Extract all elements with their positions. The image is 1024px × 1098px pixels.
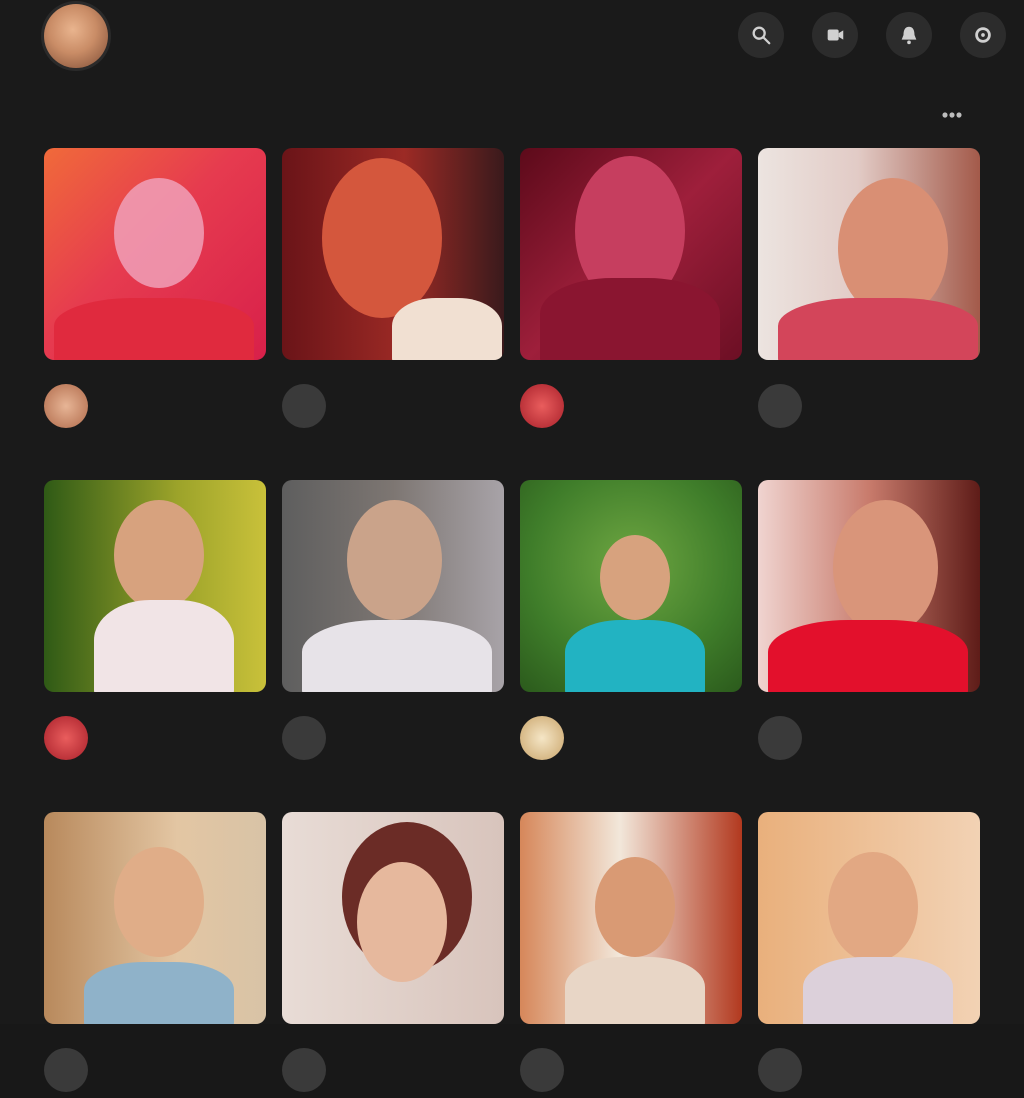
- video-thumbnail[interactable]: [282, 480, 504, 692]
- video-thumbnail[interactable]: [282, 812, 504, 1024]
- search-icon: [752, 26, 771, 45]
- video-meta: [520, 378, 742, 434]
- video-card[interactable]: [758, 480, 980, 766]
- video-thumbnail[interactable]: [520, 148, 742, 360]
- channel-avatar[interactable]: [44, 1048, 88, 1092]
- channel-avatar[interactable]: [520, 716, 564, 760]
- video-thumbnail[interactable]: [758, 812, 980, 1024]
- upload-icon: [827, 29, 844, 41]
- channel-avatar[interactable]: [44, 716, 88, 760]
- video-card[interactable]: [520, 812, 742, 1098]
- more-icon: [942, 112, 962, 118]
- notifications-icon: [901, 26, 917, 45]
- upload-button[interactable]: [812, 12, 858, 58]
- video-row-3: [44, 812, 980, 1098]
- settings-button[interactable]: [960, 12, 1006, 58]
- search-button[interactable]: [738, 12, 784, 58]
- app-root: [0, 0, 1024, 1092]
- video-row-1: [44, 148, 980, 434]
- video-card[interactable]: [520, 480, 742, 766]
- notifications-button[interactable]: [886, 12, 932, 58]
- video-row-2: [44, 480, 980, 766]
- profile-avatar[interactable]: [44, 4, 108, 68]
- channel-title: [132, 22, 362, 46]
- video-card[interactable]: [44, 480, 266, 766]
- video-card[interactable]: [282, 148, 504, 434]
- video-card[interactable]: [44, 812, 266, 1098]
- video-thumbnail[interactable]: [520, 480, 742, 692]
- channel-avatar[interactable]: [44, 384, 88, 428]
- more-button[interactable]: [932, 98, 972, 132]
- channel-avatar[interactable]: [282, 1048, 326, 1092]
- video-thumbnail[interactable]: [44, 480, 266, 692]
- channel-avatar[interactable]: [282, 384, 326, 428]
- video-meta: [758, 378, 980, 434]
- video-meta: [520, 710, 742, 766]
- video-card[interactable]: [758, 812, 980, 1098]
- video-meta: [758, 710, 980, 766]
- video-thumbnail[interactable]: [282, 148, 504, 360]
- video-meta: [282, 378, 504, 434]
- video-thumbnail[interactable]: [44, 148, 266, 360]
- video-card[interactable]: [520, 148, 742, 434]
- top-bar: [0, 0, 1024, 72]
- channel-avatar[interactable]: [520, 384, 564, 428]
- video-meta: [44, 1042, 266, 1098]
- video-meta: [758, 1042, 980, 1098]
- video-card[interactable]: [282, 480, 504, 766]
- video-meta: [44, 378, 266, 434]
- video-thumbnail[interactable]: [758, 148, 980, 360]
- video-meta: [282, 1042, 504, 1098]
- channel-avatar[interactable]: [282, 716, 326, 760]
- video-thumbnail[interactable]: [520, 812, 742, 1024]
- video-meta: [44, 710, 266, 766]
- settings-icon: [975, 27, 991, 43]
- video-card[interactable]: [758, 148, 980, 434]
- video-card[interactable]: [44, 148, 266, 434]
- channel-avatar[interactable]: [758, 384, 802, 428]
- video-meta: [520, 1042, 742, 1098]
- channel-avatar[interactable]: [758, 716, 802, 760]
- channel-avatar[interactable]: [758, 1048, 802, 1092]
- header-actions: [738, 12, 1006, 58]
- video-thumbnail[interactable]: [44, 812, 266, 1024]
- video-thumbnail[interactable]: [758, 480, 980, 692]
- video-meta: [282, 710, 504, 766]
- video-card[interactable]: [282, 812, 504, 1098]
- channel-avatar[interactable]: [520, 1048, 564, 1092]
